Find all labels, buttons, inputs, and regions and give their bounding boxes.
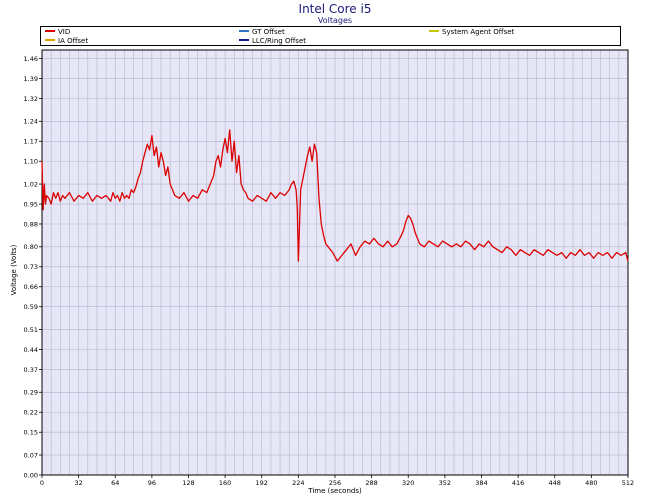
y-tick-label: 0.95 [24, 200, 38, 208]
y-tick-label: 0.44 [24, 346, 38, 354]
y-tick-label: 0.22 [24, 409, 38, 417]
y-axis-label: Voltage (Volts) [10, 244, 18, 295]
x-tick-label: 480 [585, 479, 597, 487]
y-tick-label: 0.37 [24, 366, 38, 374]
x-tick-label: 416 [512, 479, 524, 487]
y-tick-label: 0.51 [24, 326, 38, 334]
y-tick-label: 1.24 [24, 118, 38, 126]
x-tick-label: 128 [182, 479, 194, 487]
y-tick-label: 0.29 [24, 389, 38, 397]
y-tick-label: 0.15 [24, 429, 38, 437]
x-tick-label: 224 [292, 479, 304, 487]
y-tick-label: 1.39 [24, 75, 38, 83]
y-tick-label: 0.59 [24, 303, 38, 311]
x-tick-label: 64 [111, 479, 119, 487]
x-tick-label: 96 [148, 479, 156, 487]
y-tick-label: 0.66 [24, 283, 38, 291]
y-tick-label: 1.17 [24, 138, 38, 146]
x-tick-label: 32 [74, 479, 82, 487]
x-tick-label: 0 [40, 479, 44, 487]
voltage-chart: 0 32 64 96 128 160 192 224 256 288 320 352 384 416 448… [10, 49, 634, 495]
y-tick-label: 1.46 [24, 55, 38, 63]
y-tick-label: 1.02 [24, 180, 38, 188]
x-tick-label: 160 [219, 479, 231, 487]
x-tick-label: 352 [439, 479, 451, 487]
y-tick-label: 0.80 [24, 243, 38, 251]
x-tick-label: 384 [475, 479, 487, 487]
x-axis-label: Time (seconds) [307, 487, 362, 495]
x-tick-label: 288 [365, 479, 377, 487]
y-tick-label: 1.32 [24, 95, 38, 103]
y-tick-label: 0.07 [24, 451, 38, 459]
x-tick-label: 192 [256, 479, 268, 487]
x-tick-label: 512 [622, 479, 634, 487]
y-tick-label: 1.10 [24, 158, 38, 166]
y-tick-label: 0.73 [24, 263, 38, 271]
x-tick-label: 320 [402, 479, 414, 487]
y-tick-label: 0.00 [24, 471, 38, 479]
x-tick-label: 448 [549, 479, 561, 487]
y-tick-label: 0.88 [24, 220, 38, 228]
x-tick-label: 256 [329, 479, 341, 487]
